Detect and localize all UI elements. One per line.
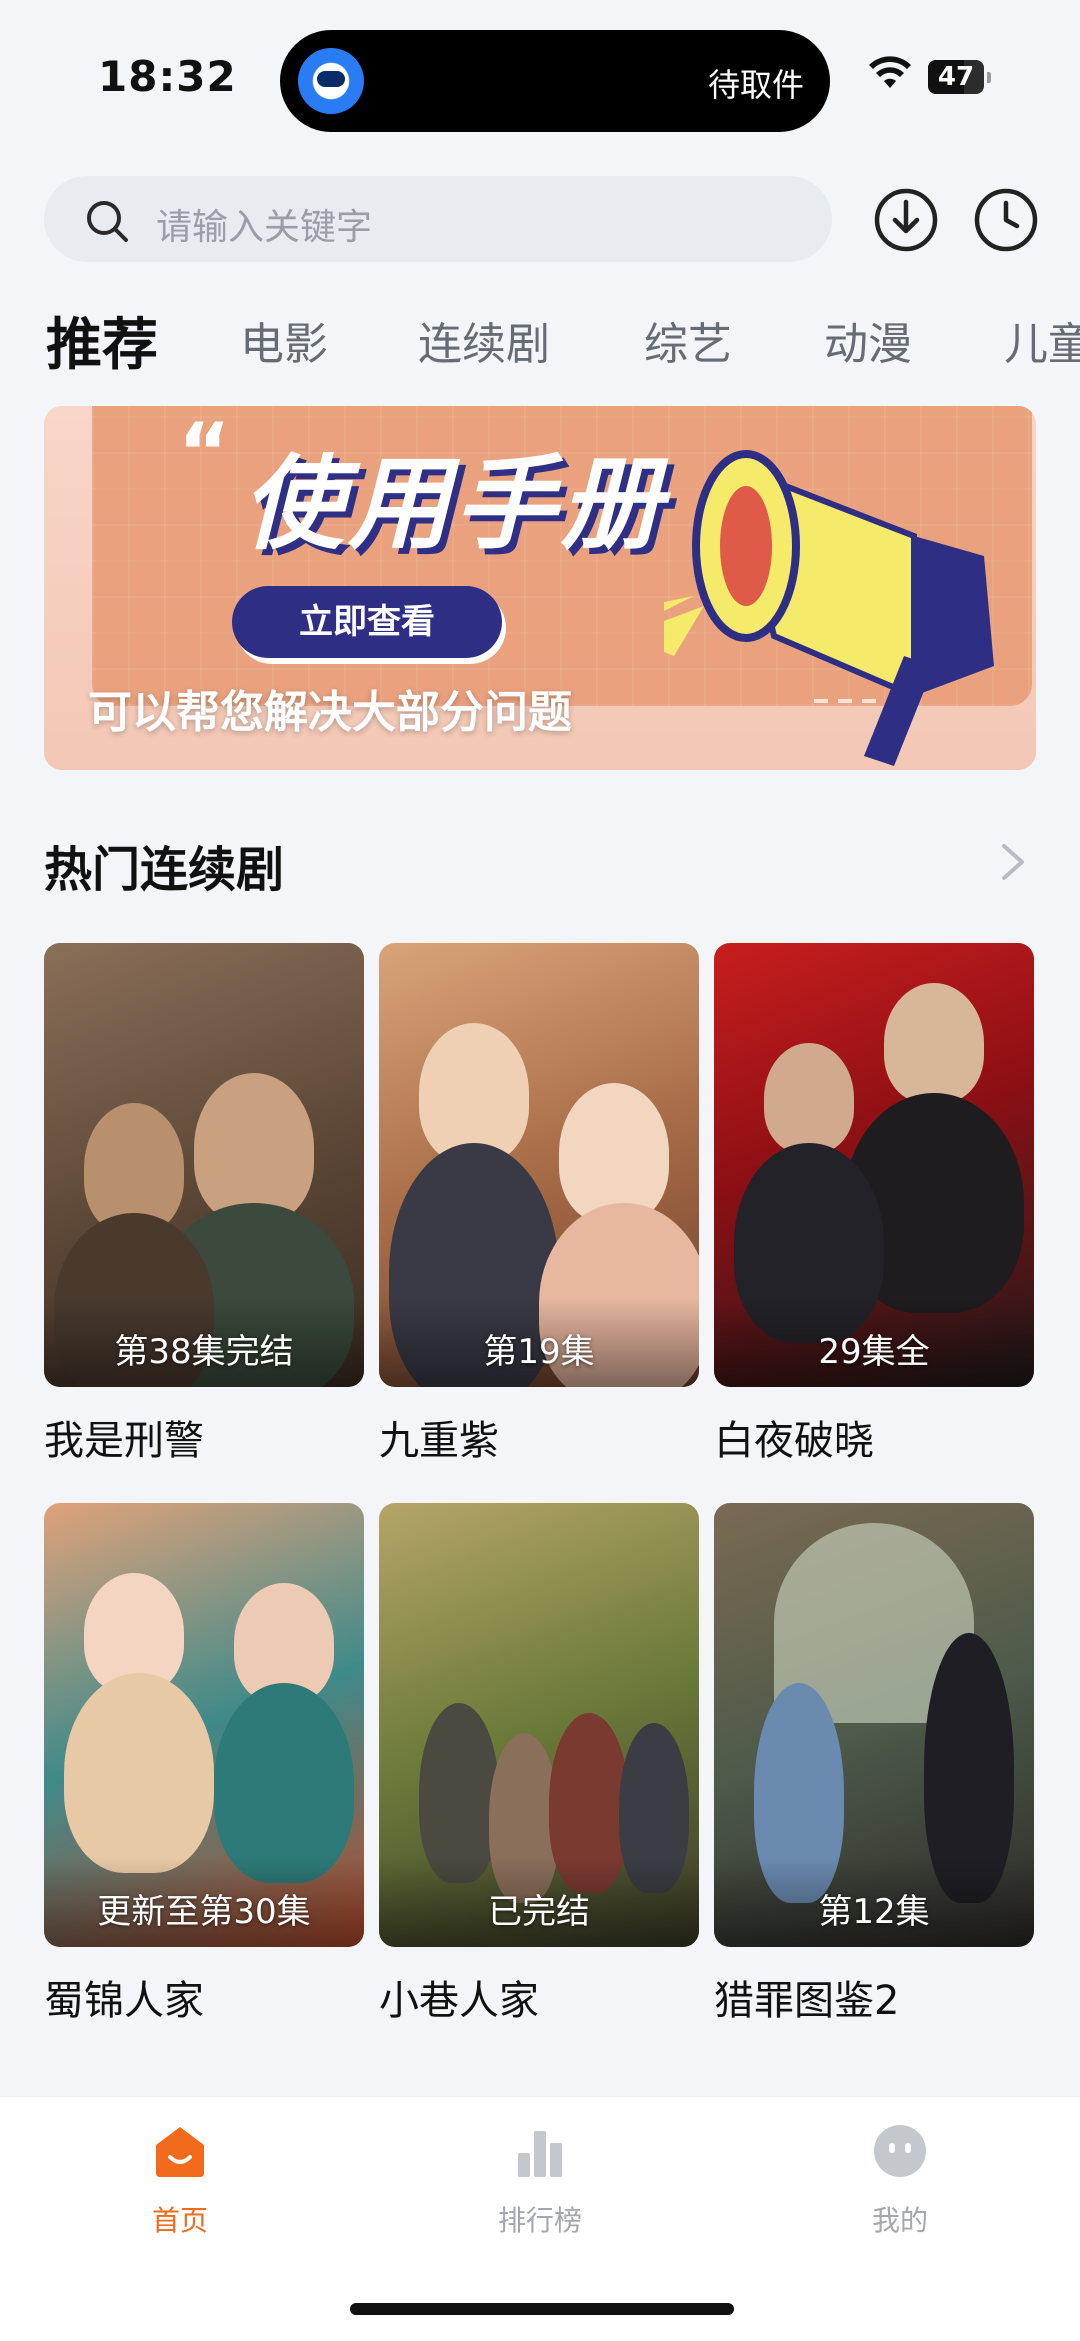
episode-status: 第19集	[483, 1332, 595, 1372]
tab-variety[interactable]: 综艺	[644, 308, 732, 372]
episode-status: 已完结	[488, 1892, 590, 1932]
show-title[interactable]: 白夜破晓	[714, 1408, 874, 1466]
show-poster[interactable]: 更新至第30集	[44, 1503, 364, 1947]
category-tabs: 推荐 电影 连续剧 综艺 动漫 儿童	[0, 300, 1080, 380]
nav-profile[interactable]: 我的	[800, 2123, 1000, 2239]
tab-kids[interactable]: 儿童	[1004, 308, 1080, 372]
history-icon[interactable]	[972, 186, 1040, 254]
banner-pagination	[814, 688, 886, 707]
show-poster[interactable]: 29集全	[714, 943, 1034, 1387]
tab-anime[interactable]: 动漫	[824, 308, 912, 372]
search-input[interactable]: 请输入关键字	[156, 198, 372, 250]
episode-status: 29集全	[818, 1332, 930, 1372]
quote-icon: “	[178, 406, 231, 499]
episode-status: 第12集	[818, 1892, 930, 1932]
battery-icon: 47	[928, 60, 991, 94]
app-screen: 18:32 待取件 47 请输入关键字 推荐 电影 连续剧 综艺 动漫 儿童 “…	[0, 0, 1080, 2341]
battery-level: 47	[937, 62, 975, 92]
ranking-icon	[518, 2131, 562, 2177]
tab-recommend[interactable]: 推荐	[46, 300, 158, 380]
banner-title: 使用手册	[242, 445, 666, 564]
view-now-button[interactable]: 立即查看	[232, 586, 502, 658]
dynamic-island[interactable]: 待取件	[280, 30, 830, 132]
wifi-icon	[869, 56, 911, 88]
home-indicator[interactable]	[350, 2303, 734, 2315]
show-title[interactable]: 我是刑警	[44, 1408, 204, 1466]
nav-ranking[interactable]: 排行榜	[440, 2123, 640, 2239]
show-title[interactable]: 猎罪图鉴2	[714, 1968, 899, 2026]
nav-profile-label: 我的	[871, 2204, 928, 2237]
nav-home[interactable]: 首页	[80, 2123, 280, 2239]
show-poster[interactable]: 第19集	[379, 943, 699, 1387]
episode-status: 第38集完结	[114, 1332, 294, 1372]
search-icon	[87, 201, 128, 242]
nav-home-label: 首页	[151, 2204, 208, 2237]
show-title[interactable]: 小巷人家	[379, 1968, 539, 2026]
show-poster[interactable]: 第12集	[714, 1503, 1034, 1947]
episode-status: 更新至第30集	[97, 1892, 311, 1932]
nav-ranking-label: 排行榜	[497, 2204, 582, 2237]
show-poster[interactable]: 已完结	[379, 1503, 699, 1947]
status-time: 18:32	[98, 52, 237, 101]
chevron-right-icon[interactable]	[996, 840, 1030, 884]
megaphone-icon	[664, 450, 994, 766]
search-bar[interactable]: 请输入关键字	[44, 176, 832, 262]
status-bar: 18:32 待取件 47	[0, 0, 1080, 150]
section-title: 热门连续剧	[44, 842, 285, 898]
home-icon	[156, 2127, 204, 2177]
show-title[interactable]: 九重紫	[379, 1408, 499, 1466]
profile-icon	[874, 2125, 926, 2177]
show-poster[interactable]: 第38集完结	[44, 943, 364, 1387]
promo-banner[interactable]: “ 使用手册 立即查看 可以帮您解决大部分问题	[44, 406, 1036, 770]
robot-avatar-icon	[298, 48, 364, 114]
tab-movies[interactable]: 电影	[240, 308, 328, 372]
show-title[interactable]: 蜀锦人家	[44, 1968, 204, 2026]
island-notification-text: 待取件	[707, 66, 804, 104]
tab-series[interactable]: 连续剧	[418, 308, 550, 372]
banner-caption: 可以帮您解决大部分问题	[88, 687, 572, 738]
download-icon[interactable]	[872, 186, 940, 254]
